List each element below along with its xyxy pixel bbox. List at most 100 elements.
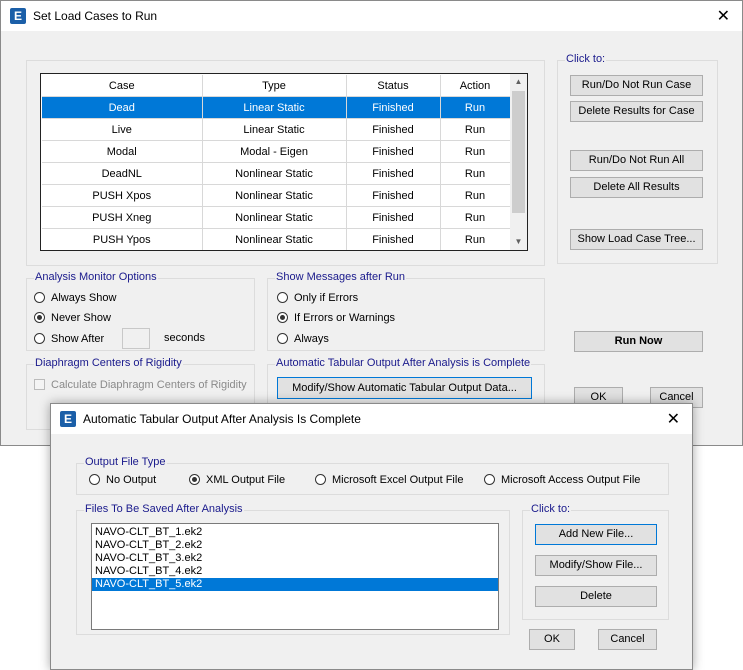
only-if-errors-label: Only if Errors: [294, 292, 359, 304]
show-load-case-tree-button[interactable]: Show Load Case Tree...: [570, 229, 703, 250]
always-label: Always: [294, 333, 329, 345]
seconds-label: seconds: [164, 332, 205, 344]
case-cell[interactable]: Live: [42, 118, 203, 141]
sub-cancel-button[interactable]: Cancel: [598, 629, 657, 650]
list-item[interactable]: NAVO-CLT_BT_4.ek2: [92, 565, 498, 578]
type-cell[interactable]: Nonlinear Static: [202, 206, 347, 229]
col-header-case[interactable]: Case: [42, 75, 203, 97]
set-load-cases-dialog: E Set Load Cases to Run ✕ Case Type Stat…: [0, 0, 743, 446]
xml-output-file-radio[interactable]: XML Output File: [189, 474, 285, 486]
always-radio[interactable]: Always: [277, 333, 329, 345]
status-cell[interactable]: Finished: [346, 96, 441, 119]
modify-show-auto-tabular-button[interactable]: Modify/Show Automatic Tabular Output Dat…: [277, 377, 532, 399]
action-cell[interactable]: Run: [440, 140, 511, 163]
col-header-action[interactable]: Action: [440, 75, 511, 97]
show-after-label: Show After: [51, 333, 105, 345]
etabs-app-icon: E: [60, 411, 76, 427]
radio-selected-icon: [34, 312, 45, 323]
add-new-file-button[interactable]: Add New File...: [535, 524, 657, 545]
sub-ok-button[interactable]: OK: [529, 629, 575, 650]
action-cell[interactable]: Run: [440, 184, 511, 207]
main-close-icon[interactable]: ✕: [717, 6, 730, 26]
list-item[interactable]: NAVO-CLT_BT_5.ek2: [92, 578, 498, 591]
status-cell[interactable]: Finished: [346, 184, 441, 207]
type-cell[interactable]: Nonlinear Static: [202, 162, 347, 185]
checkbox-icon: [34, 379, 45, 390]
table-row[interactable]: PUSH Ypos Nonlinear Static Finished Run: [42, 228, 511, 250]
radio-icon: [34, 333, 45, 344]
action-cell[interactable]: Run: [440, 206, 511, 229]
main-titlebar: E Set Load Cases to Run ✕: [1, 1, 742, 31]
status-cell[interactable]: Finished: [346, 162, 441, 185]
modify-show-file-button[interactable]: Modify/Show File...: [535, 555, 657, 576]
case-cell[interactable]: PUSH Xpos: [42, 184, 203, 207]
list-item[interactable]: NAVO-CLT_BT_1.ek2: [92, 526, 498, 539]
case-cell[interactable]: Dead: [42, 96, 203, 119]
table-row[interactable]: PUSH Xneg Nonlinear Static Finished Run: [42, 206, 511, 229]
action-cell[interactable]: Run: [440, 118, 511, 141]
always-show-radio[interactable]: Always Show: [34, 292, 116, 304]
type-cell[interactable]: Nonlinear Static: [202, 184, 347, 207]
delete-all-results-button[interactable]: Delete All Results: [570, 177, 703, 198]
list-item[interactable]: NAVO-CLT_BT_2.ek2: [92, 539, 498, 552]
scroll-down-icon[interactable]: ▼: [510, 234, 527, 250]
status-cell[interactable]: Finished: [346, 206, 441, 229]
excel-output-file-label: Microsoft Excel Output File: [332, 474, 464, 486]
table-row[interactable]: Modal Modal - Eigen Finished Run: [42, 140, 511, 163]
show-after-radio[interactable]: Show After: [34, 333, 104, 345]
case-cell[interactable]: PUSH Xneg: [42, 206, 203, 229]
never-show-radio[interactable]: Never Show: [34, 312, 111, 324]
table-row[interactable]: Live Linear Static Finished Run: [42, 118, 511, 141]
no-output-radio[interactable]: No Output: [89, 474, 156, 486]
delete-results-for-case-button[interactable]: Delete Results for Case: [570, 101, 703, 122]
run-do-not-run-case-button[interactable]: Run/Do Not Run Case: [570, 75, 703, 96]
action-cell[interactable]: Run: [440, 228, 511, 250]
auto-tabular-output-dialog: E Automatic Tabular Output After Analysi…: [50, 403, 693, 670]
action-cell[interactable]: Run: [440, 162, 511, 185]
case-cell[interactable]: Modal: [42, 140, 203, 163]
auto-tabular-label: Automatic Tabular Output After Analysis …: [275, 357, 532, 369]
access-output-file-radio[interactable]: Microsoft Access Output File: [484, 474, 640, 486]
type-cell[interactable]: Modal - Eigen: [202, 140, 347, 163]
delete-file-button[interactable]: Delete: [535, 586, 657, 607]
if-errors-or-warnings-label: If Errors or Warnings: [294, 312, 396, 324]
excel-output-file-radio[interactable]: Microsoft Excel Output File: [315, 474, 463, 486]
table-scrollbar[interactable]: ▲ ▼: [510, 74, 527, 250]
calculate-diaphragm-checkbox[interactable]: Calculate Diaphragm Centers of Rigidity: [34, 379, 247, 391]
scroll-up-icon[interactable]: ▲: [510, 74, 527, 90]
radio-icon: [484, 474, 495, 485]
xml-output-file-label: XML Output File: [206, 474, 286, 486]
case-cell[interactable]: DeadNL: [42, 162, 203, 185]
status-cell[interactable]: Finished: [346, 118, 441, 141]
main-dialog-title: Set Load Cases to Run: [33, 9, 158, 23]
type-cell[interactable]: Linear Static: [202, 96, 347, 119]
radio-selected-icon: [189, 474, 200, 485]
case-cell[interactable]: PUSH Ypos: [42, 228, 203, 250]
show-after-seconds-input[interactable]: [122, 328, 150, 349]
radio-icon: [34, 292, 45, 303]
status-cell[interactable]: Finished: [346, 228, 441, 250]
radio-icon: [277, 333, 288, 344]
status-cell[interactable]: Finished: [346, 140, 441, 163]
sub-close-icon[interactable]: ✕: [667, 409, 680, 429]
action-cell[interactable]: Run: [440, 96, 511, 119]
col-header-type[interactable]: Type: [202, 75, 347, 97]
table-row[interactable]: DeadNL Nonlinear Static Finished Run: [42, 162, 511, 185]
type-cell[interactable]: Nonlinear Static: [202, 228, 347, 250]
type-cell[interactable]: Linear Static: [202, 118, 347, 141]
sub-dialog-title: Automatic Tabular Output After Analysis …: [83, 412, 361, 426]
run-do-not-run-all-button[interactable]: Run/Do Not Run All: [570, 150, 703, 171]
list-item[interactable]: NAVO-CLT_BT_3.ek2: [92, 552, 498, 565]
radio-selected-icon: [277, 312, 288, 323]
sub-titlebar: E Automatic Tabular Output After Analysi…: [51, 404, 692, 434]
table-row[interactable]: Dead Linear Static Finished Run: [42, 96, 511, 119]
if-errors-or-warnings-radio[interactable]: If Errors or Warnings: [277, 312, 395, 324]
run-now-button[interactable]: Run Now: [574, 331, 703, 352]
col-header-status[interactable]: Status: [346, 75, 441, 97]
etabs-app-icon: E: [10, 8, 26, 24]
table-row[interactable]: PUSH Xpos Nonlinear Static Finished Run: [42, 184, 511, 207]
files-listbox[interactable]: NAVO-CLT_BT_1.ek2 NAVO-CLT_BT_2.ek2 NAVO…: [91, 523, 499, 630]
only-if-errors-radio[interactable]: Only if Errors: [277, 292, 358, 304]
output-file-type-label: Output File Type: [84, 456, 167, 468]
scroll-thumb[interactable]: [512, 91, 525, 213]
